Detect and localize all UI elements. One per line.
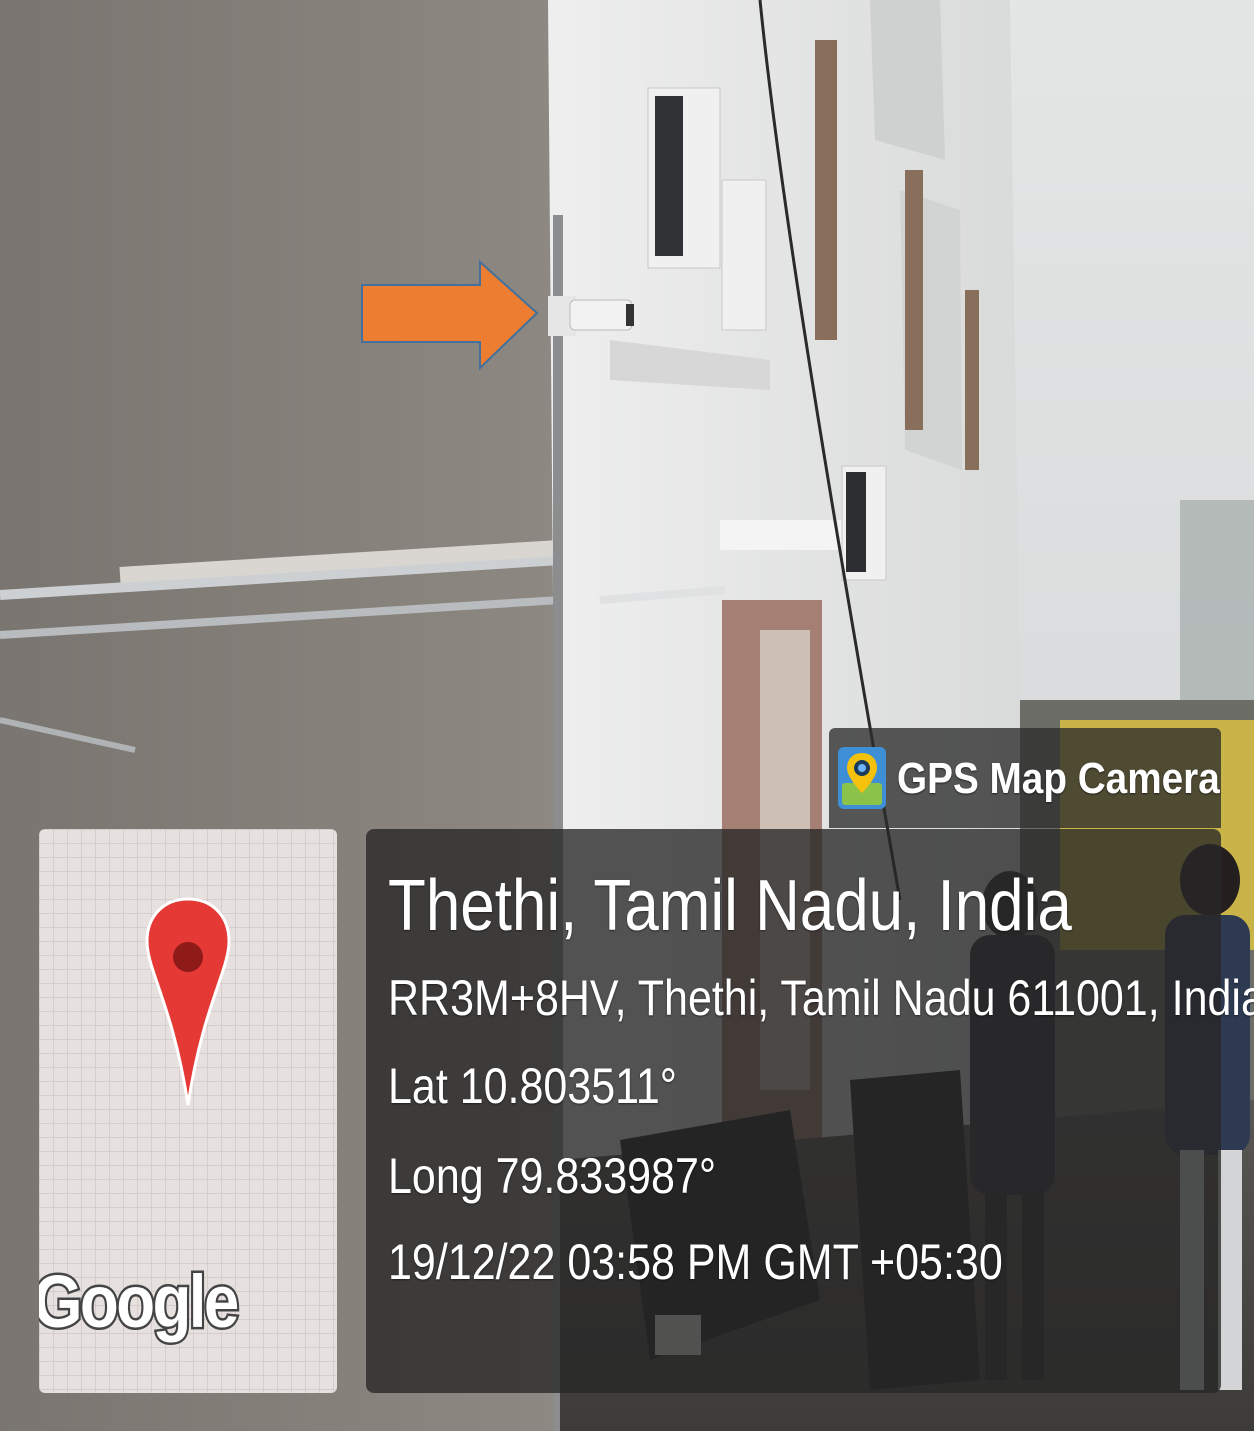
gps-map-camera-badge: GPS Map Camera — [829, 728, 1221, 828]
map-pin-icon — [145, 897, 231, 1106]
location-info-panel: Thethi, Tamil Nadu, India RR3M+8HV, Thet… — [366, 829, 1254, 1393]
gps-map-camera-app-icon — [838, 747, 886, 809]
datetime-line: 19/12/22 03:58 PM GMT +05:30 — [388, 1234, 1003, 1290]
place-title: Thethi, Tamil Nadu, India — [388, 866, 1072, 946]
map-thumbnail: Google — [39, 829, 337, 1393]
latitude-line: Lat 10.803511° — [388, 1058, 678, 1114]
longitude-line: Long 79.833987° — [388, 1148, 717, 1204]
app-name-label: GPS Map Camera — [897, 754, 1220, 803]
address-line: RR3M+8HV, Thethi, Tamil Nadu 611001, Ind… — [388, 970, 1254, 1026]
google-logo: Google — [39, 1258, 241, 1346]
